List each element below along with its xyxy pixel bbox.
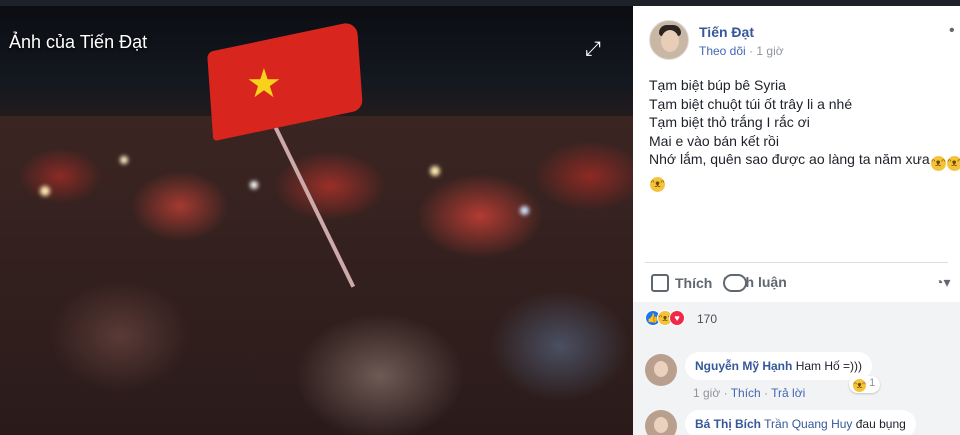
post-line: Tạm biệt thỏ trắng I rắc ơi: [649, 114, 810, 130]
comment-text: đau bụng: [855, 417, 906, 431]
photo-title: Ảnh của Tiến Đạt: [9, 32, 148, 52]
comment-text: Ham Hố =))): [795, 359, 863, 373]
comment-button[interactable]: Bình luận: [723, 274, 787, 292]
comment-bubble: Bá Thị Bích Trần Quang Huy đau bụng: [685, 410, 916, 435]
divider: [645, 262, 948, 263]
crowd-scene: [0, 116, 633, 435]
post-line-with-emoji: Nhớ lắm, quên sao được ao làng ta năm xư…: [649, 150, 960, 171]
commenter-name[interactable]: Nguyễn Mỹ Hạnh: [695, 359, 792, 373]
reaction-selector-icon[interactable]: ◔▾: [935, 274, 950, 291]
haha-emoji-icon: ᵔᴥᵔ: [853, 379, 866, 392]
post-panel: Tiến Đạt Theo dõi · 1 giờ • Tạm biệt búp…: [633, 6, 960, 435]
post-time[interactable]: 1 giờ: [756, 44, 783, 58]
haha-emoji-icon: ᵔᴥᵔ: [930, 156, 946, 171]
commenter-avatar[interactable]: [645, 410, 677, 435]
reaction-count: 170: [697, 312, 718, 326]
haha-emoji-icon: ᵔᴥᵔ: [650, 177, 665, 192]
comment-reaction-count: 1: [869, 377, 876, 389]
comment-meta: 1 giờ · Thích · Trả lời: [693, 386, 806, 400]
like-button[interactable]: Thích: [651, 274, 712, 292]
more-icon[interactable]: •: [949, 22, 955, 40]
comment-reaction-badge[interactable]: ᵔᴥᵔ 1: [849, 376, 881, 393]
reactions-summary[interactable]: 👍 ᵔᴥᵔ ♥ 170: [633, 302, 960, 332]
commenter-name[interactable]: Bá Thị Bích: [695, 417, 761, 431]
photo[interactable]: ★ Ảnh của Tiến Đạt ⤢: [0, 6, 633, 435]
thumbs-up-icon: [651, 274, 669, 292]
comment-reply-link[interactable]: Trả lời: [771, 386, 805, 400]
photo-viewer: ★ Ảnh của Tiến Đạt ⤢ Tiến Đạt Theo dõi ·…: [0, 0, 960, 435]
follow-link[interactable]: Theo dõi: [699, 44, 746, 58]
headlight: [40, 186, 50, 196]
post-line: Tạm biệt búp bê Syria: [649, 77, 786, 93]
headlight: [250, 181, 258, 189]
like-label: Thích: [675, 275, 713, 291]
post-line: Nhớ lắm, quên sao được ao làng ta năm xư…: [649, 151, 930, 167]
comments-list: Nguyễn Mỹ Hạnh Ham Hố =))) ᵔᴥᵔ 1 1 giờ ·…: [633, 332, 960, 435]
headlight: [120, 156, 128, 164]
comment-icon: [723, 274, 747, 292]
post-meta: Theo dõi · 1 giờ: [699, 44, 784, 58]
tagged-user[interactable]: Trần Quang Huy: [764, 417, 852, 431]
author-avatar[interactable]: [649, 20, 689, 60]
comment-like-link[interactable]: Thích: [731, 386, 761, 400]
headlight: [520, 206, 529, 215]
commenter-avatar[interactable]: [645, 354, 677, 386]
expand-icon[interactable]: ⤢: [582, 38, 604, 60]
flag-star: ★: [246, 62, 282, 106]
post-line: Mai e vào bán kết rồi: [649, 132, 779, 149]
post-text: Tạm biệt búp bê Syria Tạm biệt chuột túi…: [649, 76, 960, 192]
action-bar: Thích Bình luận ◔▾: [645, 268, 960, 300]
post-line: Tạm biệt chuột túi ốt trây li a nhé: [649, 95, 853, 112]
headlight: [430, 166, 440, 176]
author-name[interactable]: Tiến Đạt: [699, 24, 754, 40]
love-reaction-icon: ♥: [669, 310, 685, 326]
comment-time[interactable]: 1 giờ: [693, 386, 720, 400]
comment-bubble: Nguyễn Mỹ Hạnh Ham Hố =))): [685, 352, 873, 380]
haha-emoji-icon: ᵔᴥᵔ: [946, 156, 960, 171]
